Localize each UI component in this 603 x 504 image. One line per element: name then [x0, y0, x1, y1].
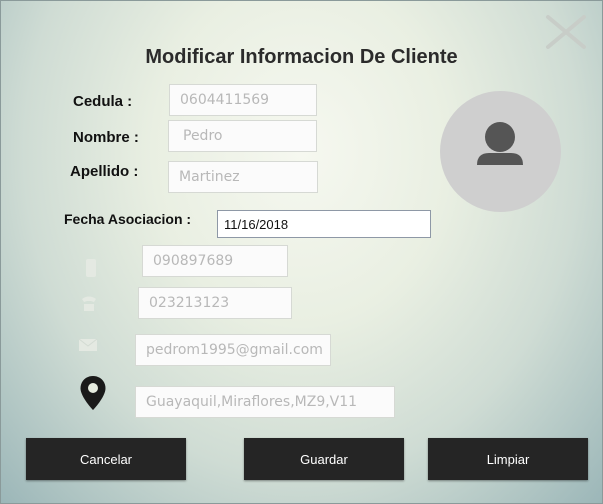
direccion-field[interactable]: Guayaquil,Miraflores,MZ9,V11: [135, 386, 395, 418]
apellido-label: Apellido :: [70, 163, 139, 180]
user-icon: [477, 122, 523, 165]
telefono-field[interactable]: 023213123: [138, 287, 292, 319]
cedula-field[interactable]: 0604411569: [169, 84, 317, 116]
fecha-asociacion-input[interactable]: 11/16/2018: [217, 210, 431, 238]
apellido-field[interactable]: Martinez: [168, 161, 318, 193]
dialog-title: Modificar Informacion De Cliente: [145, 46, 458, 68]
celular-field[interactable]: 090897689: [142, 245, 288, 277]
nombre-field[interactable]: Pedro: [168, 120, 317, 152]
envelope-icon: [77, 334, 99, 356]
save-button[interactable]: Guardar: [244, 438, 404, 480]
map-pin-icon: [79, 375, 107, 411]
client-avatar[interactable]: [440, 91, 561, 212]
fecha-label: Fecha Asociacion :: [64, 211, 192, 227]
clear-button[interactable]: Limpiar: [428, 438, 588, 480]
cancel-button[interactable]: Cancelar: [26, 438, 186, 480]
email-field[interactable]: pedrom1995@gmail.com: [135, 334, 331, 366]
mobile-phone-icon: [80, 257, 102, 279]
phone-icon: [78, 292, 100, 314]
dialog-frame: [0, 0, 603, 504]
cedula-label: Cedula :: [73, 93, 133, 110]
nombre-label: Nombre :: [73, 129, 139, 146]
